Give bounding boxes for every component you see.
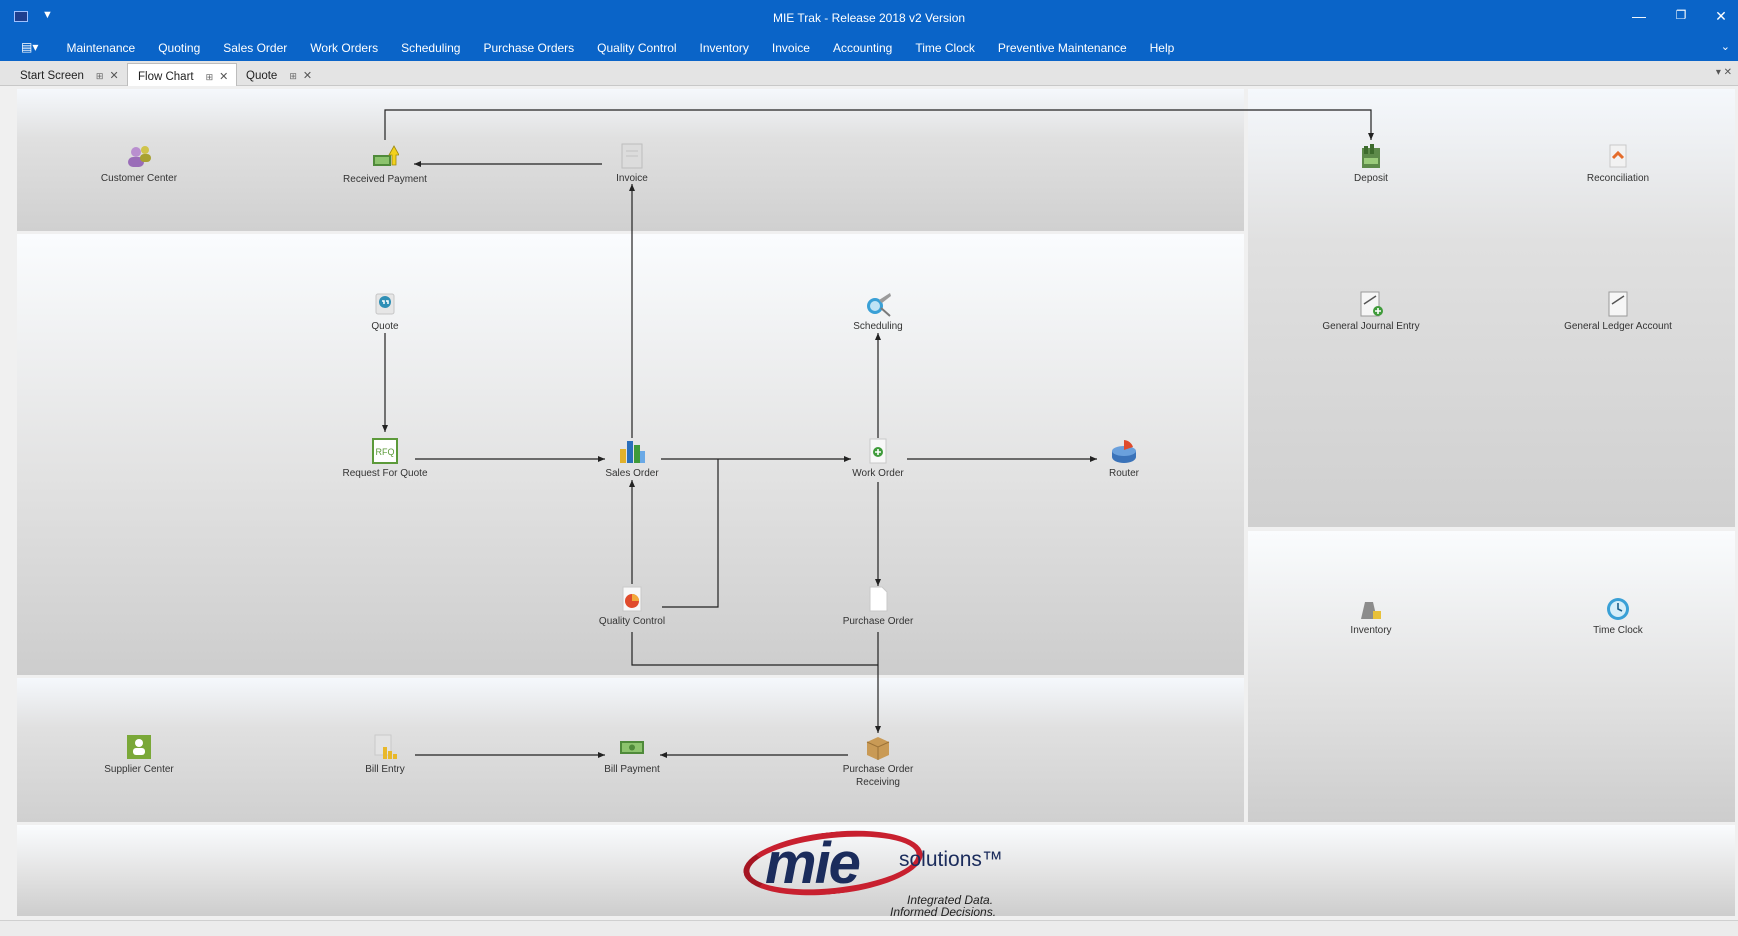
inventory-icon [1361,602,1381,619]
node-bill-payment[interactable]: Bill Payment [577,733,687,776]
box-icon [866,737,890,760]
node-label: Received Payment [343,174,427,185]
node-work-order[interactable]: Work Order [823,437,933,480]
money-arrow-icon [373,145,399,166]
document-icon [869,586,888,612]
node-general-ledger-account[interactable]: General Ledger Account [1563,290,1673,333]
status-bar [0,920,1738,936]
node-label: Scheduling [853,321,903,332]
node-sales-order[interactable]: Sales Order [577,437,687,480]
pie-chart-icon [622,586,642,612]
node-purchase-order[interactable]: Purchase Order [823,585,933,628]
node-bill-entry[interactable]: Bill Entry [330,733,440,776]
node-received-payment[interactable]: Received Payment [330,143,440,186]
node-purchase-order-receiving[interactable]: Purchase Order Receiving [823,733,933,789]
node-invoice[interactable]: Invoice [577,142,687,185]
node-general-journal-entry[interactable]: General Journal Entry [1316,290,1426,333]
svg-text:RFQ: RFQ [376,447,395,457]
node-deposit[interactable]: Deposit [1316,142,1426,185]
node-label: Quote [371,321,399,332]
node-label: Inventory [1350,625,1392,636]
node-time-clock[interactable]: Time Clock [1563,594,1673,637]
users-icon [128,146,151,167]
connector-qc-receiving [631,632,878,666]
work-order-icon [869,438,887,464]
logo-brand: mie [765,831,861,896]
clock-icon [1607,598,1629,620]
router-icon [1112,440,1136,463]
journal-icon [1360,291,1383,317]
node-label: Supplier Center [104,764,174,775]
node-label: Time Clock [1593,625,1643,636]
deposit-icon [1362,144,1380,168]
node-customer-center[interactable]: Customer Center [84,142,194,185]
node-request-for-quote[interactable]: RFQ Request For Quote [330,437,440,480]
rfq-icon: RFQ [372,438,398,464]
node-label: Sales Order [605,468,659,479]
node-label: Router [1108,468,1139,479]
invoice-icon [621,143,643,169]
node-label: Bill Entry [365,764,405,775]
ledger-icon [1608,291,1628,317]
node-quote[interactable]: Quote [330,290,440,333]
node-label: Reconciliation [1586,173,1650,184]
logo-solutions: solutions™ [899,848,1003,871]
reconciliation-icon [1609,144,1627,168]
node-label: Purchase Order [842,616,914,627]
node-label: Deposit [1354,173,1388,184]
bar-chart-icon [620,441,645,463]
cash-icon [620,741,644,754]
scheduling-icon [867,293,891,317]
node-quality-control[interactable]: Quality Control [577,585,687,628]
node-scheduling[interactable]: Scheduling [823,290,933,333]
supplier-icon [127,735,151,759]
node-label: Purchase Order Receiving [842,764,914,788]
node-label: Customer Center [100,173,178,184]
node-label: General Ledger Account [1564,321,1672,332]
node-inventory[interactable]: Inventory [1316,594,1426,637]
quote-icon [375,293,395,315]
node-reconciliation[interactable]: Reconciliation [1563,142,1673,185]
bill-icon [374,734,397,759]
node-label: Invoice [616,173,648,184]
node-label: Work Order [852,468,904,479]
node-supplier-center[interactable]: Supplier Center [84,733,194,776]
node-router[interactable]: Router [1069,437,1179,480]
logo-tagline-2: Informed Decisions. [890,905,997,919]
mie-solutions-logo: mie solutions™ Integrated Data. Informed… [735,822,1055,922]
node-label: Quality Control [598,616,666,627]
node-label: Bill Payment [604,764,660,775]
node-label: General Journal Entry [1322,321,1420,332]
node-label: Request For Quote [342,468,428,479]
connector-payment-deposit [384,109,1374,140]
